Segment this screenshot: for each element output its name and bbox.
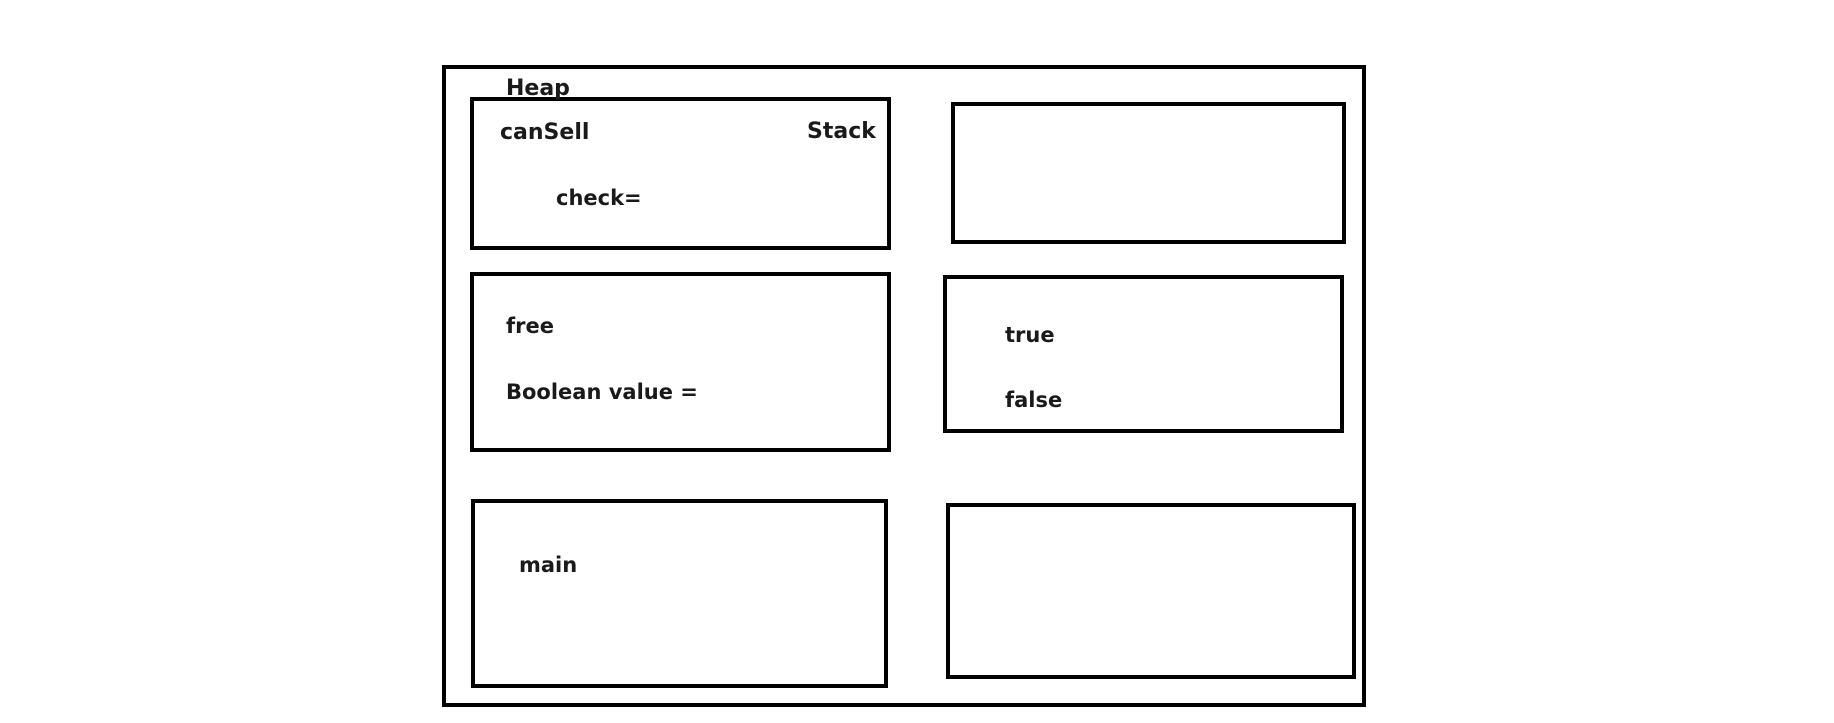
cansell-frame-name: canSell (500, 120, 590, 145)
heap-box-boolean-values (943, 275, 1344, 433)
true-value-label: true (1005, 323, 1055, 347)
stack-frame-free (470, 272, 891, 452)
check-variable-label: check= (556, 186, 642, 210)
heap-label: Heap (506, 76, 570, 101)
stack-label: Stack (807, 119, 876, 144)
boolean-value-variable-label: Boolean value = (506, 380, 698, 404)
heap-box-top (951, 102, 1346, 244)
stack-frame-main (471, 499, 888, 688)
false-value-label: false (1005, 388, 1063, 412)
heap-box-bottom (946, 503, 1356, 679)
free-frame-name: free (506, 314, 554, 338)
main-frame-name: main (519, 553, 578, 577)
